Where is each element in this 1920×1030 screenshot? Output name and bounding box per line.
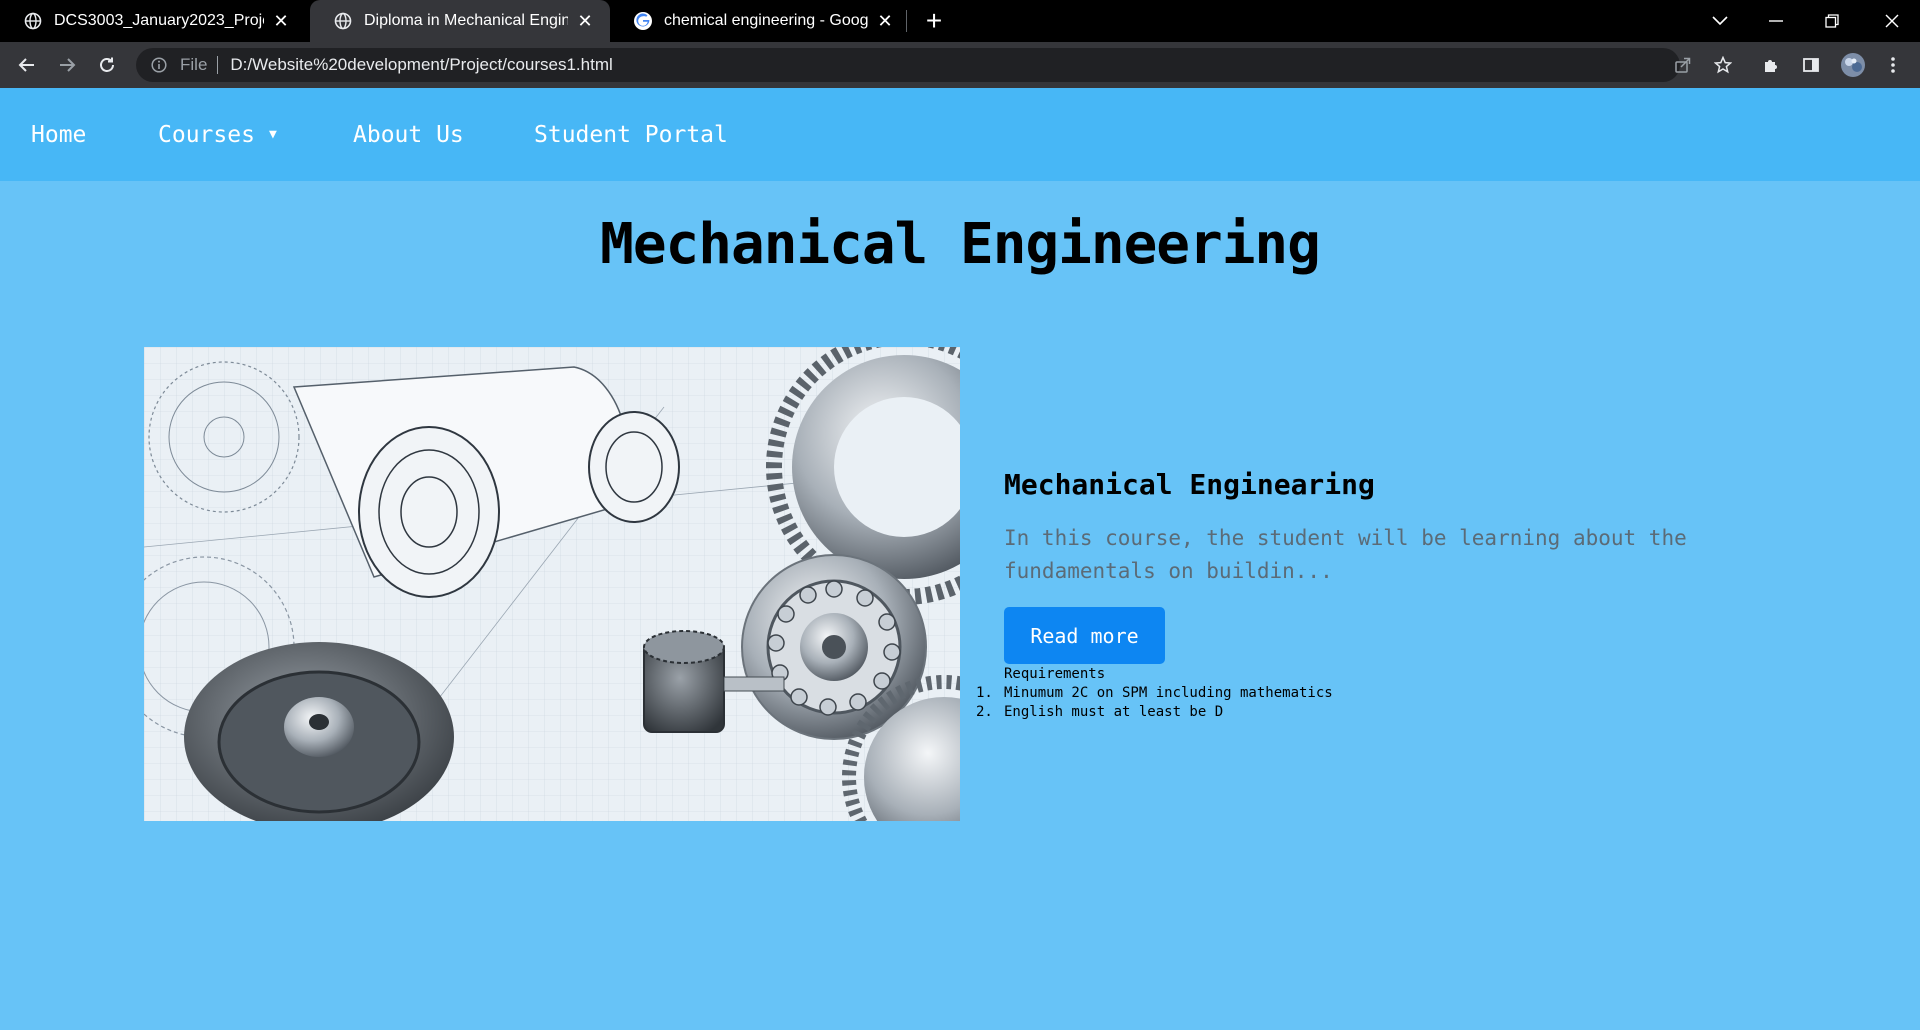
forward-icon[interactable] — [52, 50, 82, 80]
page-title: Mechanical Engineering — [600, 212, 1321, 277]
share-icon[interactable] — [1668, 50, 1698, 80]
avatar[interactable] — [1838, 50, 1868, 80]
tab-search-icon[interactable] — [1692, 0, 1748, 42]
divider — [217, 56, 219, 74]
minimize-icon[interactable] — [1748, 0, 1804, 42]
browser-tab-2[interactable]: Diploma in Mechanical Engineering ✕ — [310, 0, 610, 42]
nav-student-portal[interactable]: Student Portal — [534, 88, 728, 181]
requirement-text: Minumum 2C on SPM including mathematics — [1004, 685, 1333, 701]
read-more-button[interactable]: Read more — [1004, 607, 1165, 664]
course-description: In this course, the student will be lear… — [1004, 526, 1687, 583]
browser-tab-1[interactable]: DCS3003_January2023_Project.pdf ✕ — [0, 0, 306, 42]
tab-title: DCS3003_January2023_Project.pdf — [54, 12, 264, 29]
side-panel-icon[interactable] — [1796, 50, 1826, 80]
browser-tab-3[interactable]: chemical engineering - Google Search ✕ — [610, 0, 910, 42]
browser-toolbar: File D:/Website%20development/Project/co… — [0, 42, 1920, 88]
tab-title: Diploma in Mechanical Engineering — [364, 12, 568, 29]
caret-down-icon: ▼ — [268, 127, 277, 142]
address-bar[interactable]: File D:/Website%20development/Project/co… — [136, 48, 1680, 82]
requirement-text: English must at least be D — [1004, 704, 1224, 720]
google-icon — [634, 12, 652, 30]
close-tab-icon[interactable]: ✕ — [270, 10, 292, 32]
nav-home-label: Home — [31, 121, 87, 148]
nav-home[interactable]: Home — [31, 88, 86, 181]
nav-portal-label: Student Portal — [534, 121, 728, 148]
nav-courses-label: Courses — [158, 121, 255, 148]
extensions-icon[interactable] — [1756, 50, 1786, 80]
nav-about-us[interactable]: About Us — [353, 88, 464, 181]
new-tab-button[interactable]: + — [920, 7, 948, 36]
menu-kebab-icon[interactable] — [1878, 50, 1908, 80]
tab-separator — [906, 10, 907, 32]
info-icon[interactable] — [150, 56, 168, 74]
close-window-icon[interactable] — [1864, 0, 1920, 42]
restore-icon[interactable] — [1804, 0, 1860, 42]
globe-icon — [24, 12, 42, 30]
close-tab-icon[interactable]: ✕ — [574, 10, 596, 32]
requirements-list: 1. Minumum 2C on SPM including mathematic… — [976, 684, 1333, 722]
course-heading: Mechanical Enginearing — [1004, 468, 1375, 501]
close-tab-icon[interactable]: ✕ — [874, 10, 896, 32]
nav-courses[interactable]: Courses ▼ — [158, 88, 277, 181]
globe-icon — [334, 12, 352, 30]
list-item: 2. English must at least be D — [976, 704, 1224, 720]
back-icon[interactable] — [12, 50, 42, 80]
bookmark-star-icon[interactable] — [1708, 50, 1738, 80]
reload-icon[interactable] — [92, 50, 122, 80]
browser-tab-bar: DCS3003_January2023_Project.pdf ✕ Diplom… — [0, 0, 1920, 42]
list-item: 1. Minumum 2C on SPM including mathematic… — [976, 685, 1333, 701]
url-text[interactable]: D:/Website%20development/Project/courses… — [230, 55, 612, 75]
tab-title: chemical engineering - Google Search — [664, 12, 868, 29]
nav-about-label: About Us — [353, 121, 464, 148]
requirements-title: Requirements — [1004, 666, 1106, 682]
mechanical-engineering-image — [144, 347, 960, 821]
site-nav: Home Courses ▼ About Us Student Portal — [0, 88, 1920, 181]
scheme-label: File — [180, 55, 208, 74]
